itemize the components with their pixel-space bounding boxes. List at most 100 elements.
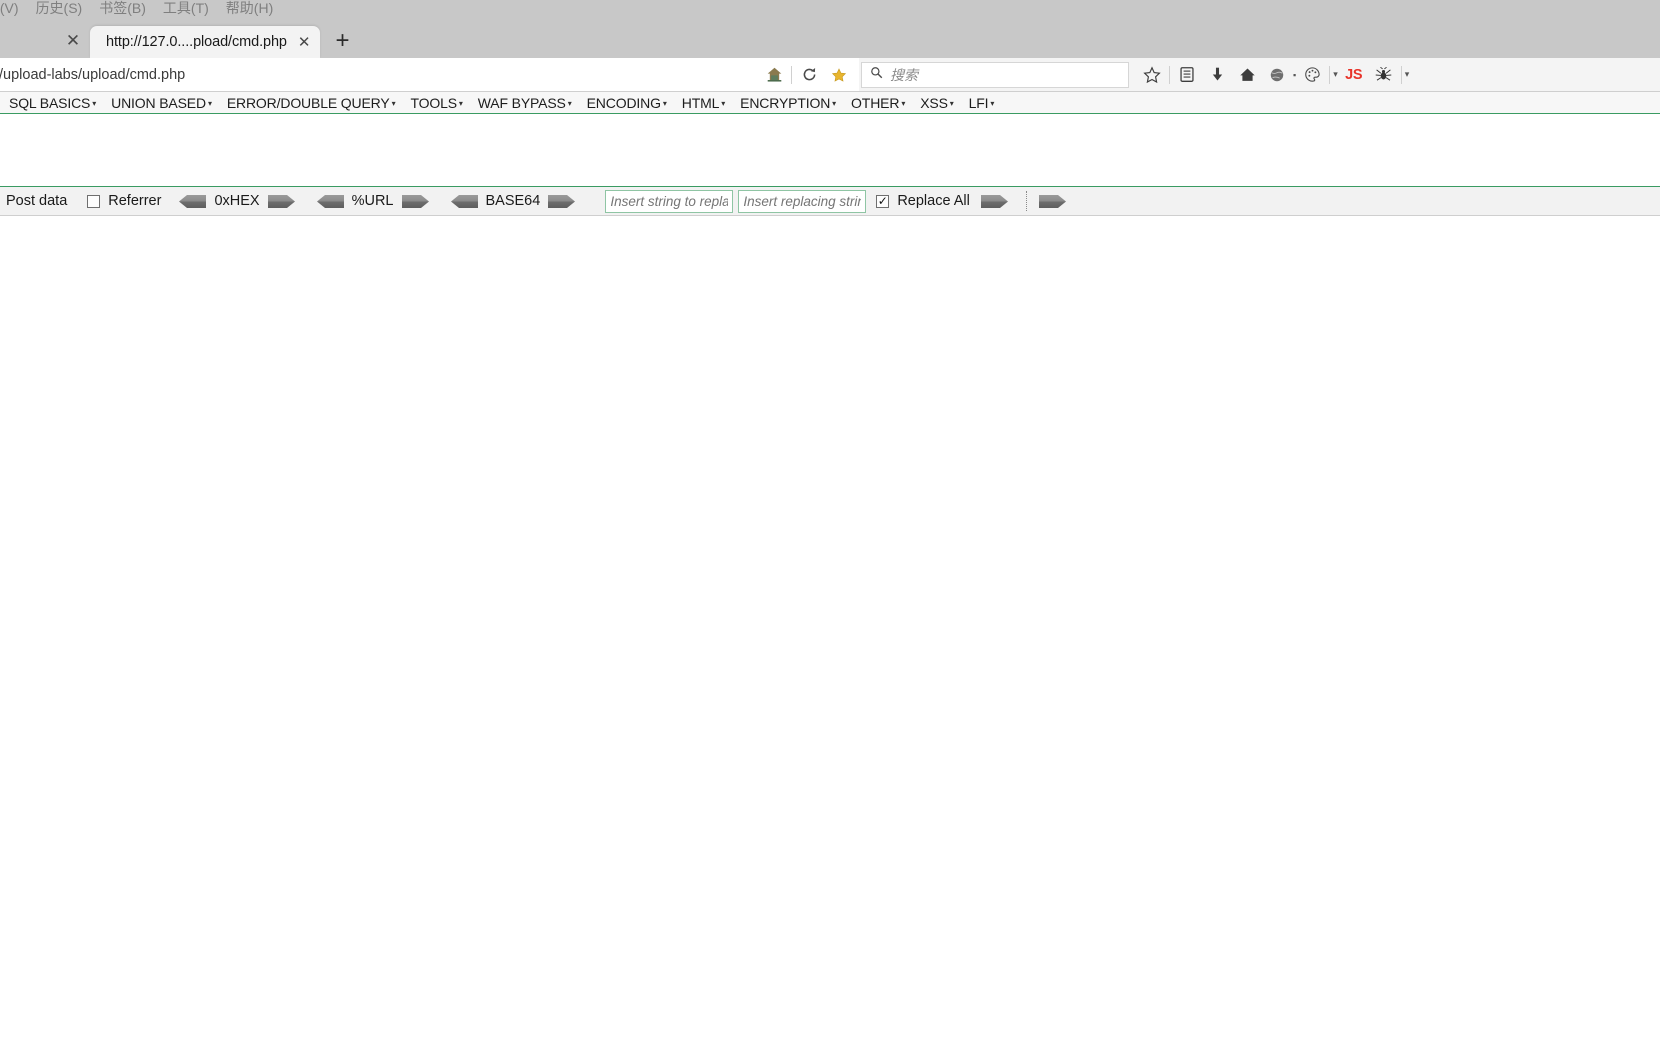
- bookmark-encryption[interactable]: ENCRYPTION ▾: [733, 95, 844, 111]
- decode-arrow-0xhex[interactable]: [179, 194, 207, 208]
- bookmark-other[interactable]: OTHER ▾: [844, 95, 913, 111]
- globe-caret-icon[interactable]: ▪: [1293, 70, 1296, 80]
- reload-icon[interactable]: [794, 60, 824, 90]
- bookmark-label: WAF BYPASS: [477, 94, 566, 111]
- search-box[interactable]: 搜索: [861, 61, 1129, 88]
- toolbar-divider: [1169, 65, 1170, 84]
- navigation-toolbar: /upload-labs/upload/cmd.php 搜索 ▪ ▾ JS ▾: [0, 58, 1660, 92]
- chevron-down-icon: ▾: [901, 98, 906, 108]
- search-placeholder: 搜索: [890, 66, 918, 83]
- menu-help[interactable]: 帮助(H): [226, 0, 282, 20]
- replace-string-input[interactable]: [738, 189, 867, 213]
- bookmark-html[interactable]: HTML ▾: [675, 95, 733, 111]
- bookmark-sql-basics[interactable]: SQL BASICS ▾: [2, 95, 104, 111]
- hackbar-toolbar: Post data Referrer 0xHEX %URL BASE64 Ins…: [0, 186, 1660, 216]
- bookmark-label: ERROR/DOUBLE QUERY: [226, 94, 390, 111]
- bookmark-label: XSS: [920, 94, 948, 111]
- chevron-down-icon: ▾: [990, 98, 995, 108]
- tab-close-icon[interactable]: ✕: [298, 35, 311, 50]
- upper-page-gap: [0, 114, 1660, 186]
- encoder-label-base64: BASE64: [485, 193, 541, 209]
- toolbar-divider: [1329, 65, 1331, 84]
- palette-icon[interactable]: [1297, 60, 1327, 90]
- tab-title: http://127.0....pload/cmd.php: [106, 34, 287, 50]
- bookmark-star-icon[interactable]: [1137, 60, 1167, 90]
- overflow-caret-icon[interactable]: ▾: [1333, 69, 1338, 80]
- url-text: /upload-labs/upload/cmd.php: [0, 66, 186, 83]
- decode-arrow-base64[interactable]: [450, 194, 478, 208]
- bookmark-star-icon[interactable]: [824, 60, 854, 90]
- js-badge-label: JS: [1345, 66, 1363, 83]
- menubar-items: (V) 历史(S) 书签(B) 工具(T) 帮助(H): [0, 0, 290, 20]
- chevron-down-icon: ▾: [567, 98, 572, 108]
- encoder-label-0xhex: 0xHEX: [214, 193, 260, 209]
- chevron-down-icon: ▾: [458, 98, 463, 108]
- chevron-down-icon: ▾: [949, 98, 954, 108]
- tab-strip: ✕ http://127.0....pload/cmd.php ✕ +: [0, 22, 1660, 58]
- check-icon: ✓: [877, 193, 888, 208]
- chevron-down-icon: ▾: [207, 98, 212, 108]
- browser-menubar: (V) 历史(S) 书签(B) 工具(T) 帮助(H): [0, 0, 1660, 22]
- bookmark-error-double-query[interactable]: ERROR/DOUBLE QUERY ▾: [220, 95, 404, 111]
- bookmark-waf-bypass[interactable]: WAF BYPASS ▾: [471, 95, 580, 111]
- bookmark-label: ENCODING: [586, 94, 661, 111]
- bookmark-union-based[interactable]: UNION BASED ▾: [104, 95, 220, 111]
- replace-all-checkbox-group[interactable]: ✓ Replace All: [876, 193, 970, 209]
- referrer-checkbox[interactable]: [87, 194, 101, 208]
- bookmark-label: LFI: [968, 94, 989, 111]
- chevron-down-icon: ▾: [92, 98, 97, 108]
- bookmark-label: TOOLS: [410, 94, 457, 111]
- bookmark-label: UNION BASED: [111, 94, 206, 111]
- toolbar-icon-group: ▪ ▾ JS ▾: [1137, 58, 1660, 91]
- encoder-url: %URL: [311, 193, 435, 209]
- browser-tab[interactable]: http://127.0....pload/cmd.php ✕: [90, 26, 321, 58]
- close-icon-left[interactable]: ✕: [60, 28, 86, 54]
- library-icon[interactable]: [1172, 60, 1202, 90]
- encoder-label-url: %URL: [351, 193, 394, 209]
- replace-all-label: Replace All: [897, 193, 970, 209]
- search-string-input[interactable]: [605, 189, 734, 213]
- encoder-base64: BASE64: [445, 193, 582, 209]
- toolbar-divider: [791, 65, 792, 84]
- menu-bookmarks[interactable]: 书签(B): [99, 0, 155, 20]
- post-data-label[interactable]: Post data: [0, 193, 73, 209]
- replace-all-checkbox[interactable]: ✓: [876, 193, 890, 208]
- urlbar-actions: [759, 60, 858, 90]
- extra-arrow-button[interactable]: [1038, 194, 1066, 208]
- encode-arrow-base64[interactable]: [548, 194, 576, 208]
- page-content-area: [0, 216, 1660, 1036]
- bookmark-label: SQL BASICS: [9, 94, 91, 111]
- chevron-down-icon: ▾: [662, 98, 667, 108]
- url-bar[interactable]: /upload-labs/upload/cmd.php: [0, 58, 859, 91]
- bookmark-lfi[interactable]: LFI ▾: [962, 95, 1003, 111]
- menu-history[interactable]: 历史(S): [36, 0, 92, 20]
- download-icon[interactable]: [1202, 60, 1232, 90]
- bookmark-xss[interactable]: XSS ▾: [913, 95, 961, 111]
- bookmark-tools[interactable]: TOOLS ▾: [403, 95, 470, 111]
- extensions-caret-icon[interactable]: ▾: [1405, 69, 1410, 80]
- chevron-down-icon: ▾: [391, 98, 396, 108]
- referrer-label: Referrer: [108, 193, 162, 209]
- chevron-down-icon: ▾: [721, 98, 726, 108]
- globe-icon[interactable]: [1262, 60, 1292, 90]
- menu-tools[interactable]: 工具(T): [163, 0, 218, 20]
- menu-view[interactable]: (V): [0, 0, 28, 20]
- bookmark-label: ENCRYPTION: [740, 94, 831, 111]
- encoder-0xhex: 0xHEX: [173, 193, 300, 209]
- js-toggle-icon[interactable]: JS: [1339, 60, 1369, 90]
- bug-icon[interactable]: [1369, 60, 1399, 90]
- bookmark-label: HTML: [681, 94, 720, 111]
- encode-arrow-url[interactable]: [401, 194, 429, 208]
- decode-arrow-url[interactable]: [316, 194, 344, 208]
- bookmarks-toolbar: SQL BASICS ▾ UNION BASED ▾ ERROR/DOUBLE QU…: [0, 92, 1660, 114]
- bookmark-label: OTHER: [851, 94, 900, 111]
- home-icon[interactable]: [759, 60, 789, 90]
- encode-arrow-0xhex[interactable]: [267, 194, 295, 208]
- chevron-down-icon: ▾: [832, 98, 837, 108]
- search-icon: [870, 66, 883, 84]
- referrer-checkbox-group[interactable]: Referrer: [87, 193, 161, 209]
- replace-run-arrow[interactable]: [980, 194, 1008, 208]
- home-icon[interactable]: [1232, 60, 1262, 90]
- new-tab-button[interactable]: +: [326, 26, 358, 56]
- bookmark-encoding[interactable]: ENCODING ▾: [580, 95, 675, 111]
